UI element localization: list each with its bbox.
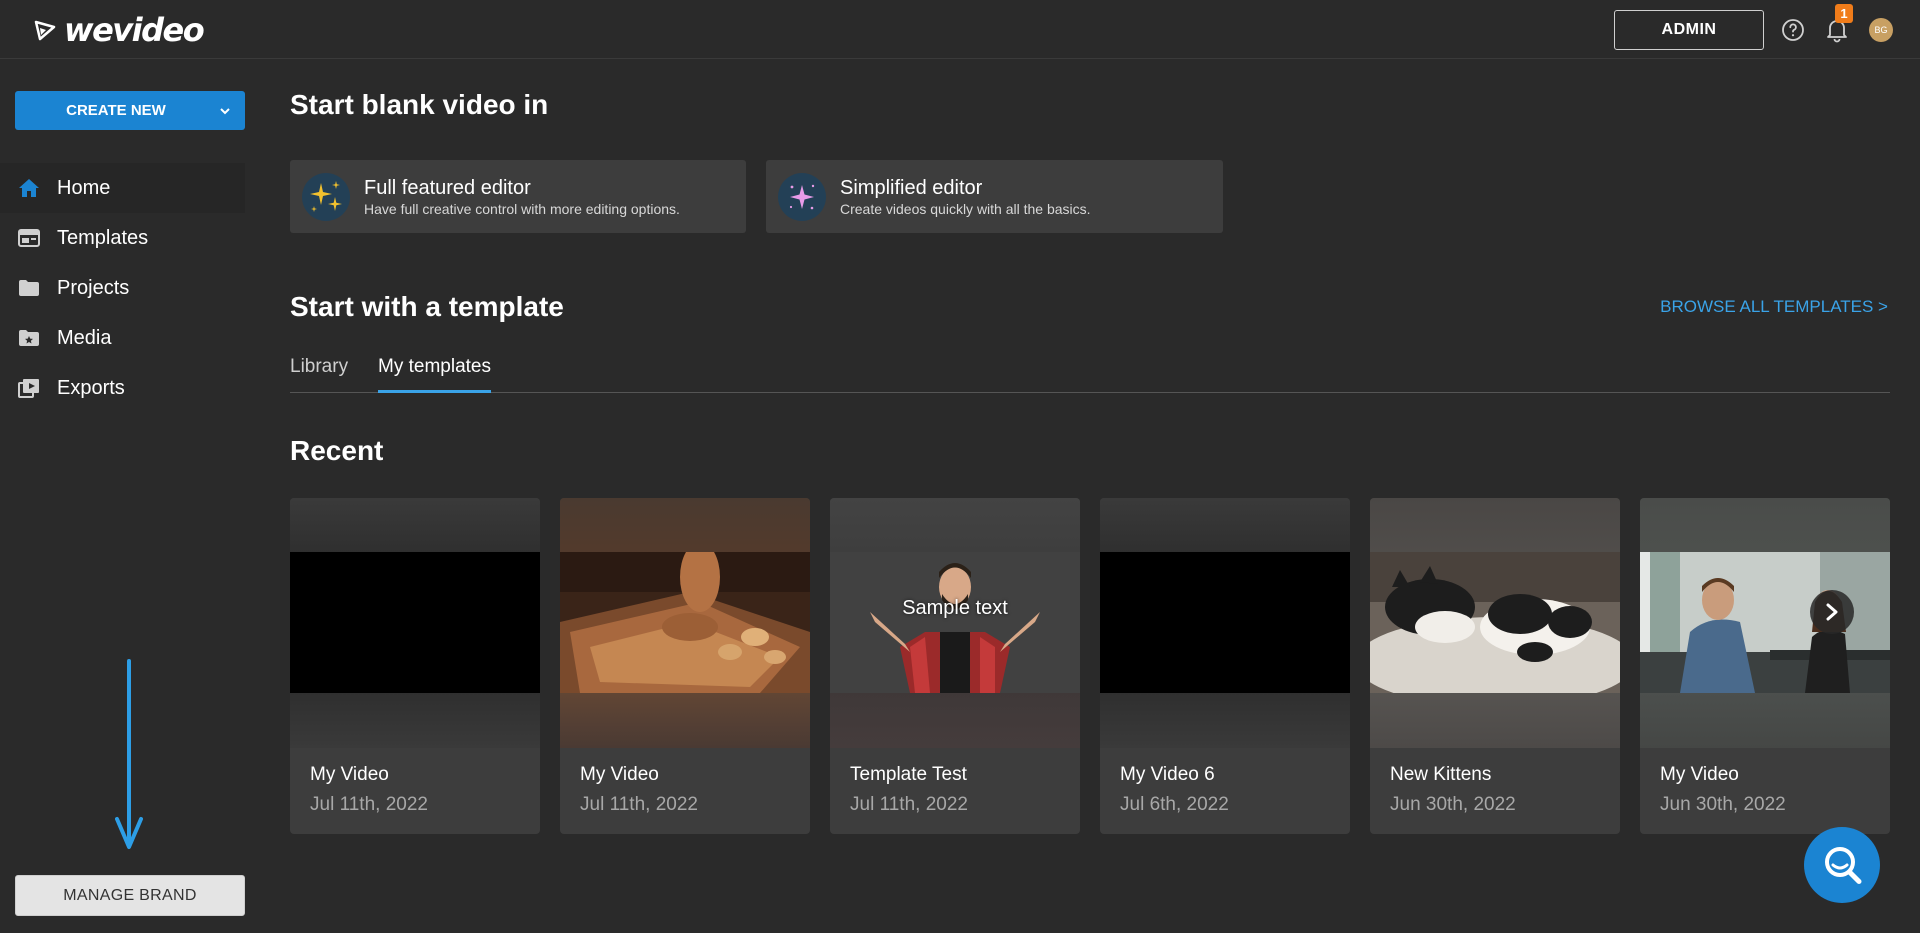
card-date: Jul 11th, 2022: [310, 794, 428, 815]
editor-subtitle: Have full creative control with more edi…: [364, 200, 680, 217]
template-heading: Start with a template: [290, 291, 564, 322]
browse-all-templates-link[interactable]: BROWSE ALL TEMPLATES >: [1528, 297, 1888, 317]
video-thumbnail: [560, 552, 810, 693]
help-icon[interactable]: [1781, 18, 1805, 42]
sidebar-item-label: Media: [57, 326, 112, 349]
recent-card[interactable]: My Video Jul 11th, 2022: [560, 498, 810, 834]
card-title: My Video: [310, 764, 389, 785]
recent-card[interactable]: My Video 6 Jul 6th, 2022: [1100, 498, 1350, 834]
search-icon: [1825, 847, 1862, 884]
card-date: Jul 11th, 2022: [580, 794, 698, 815]
blank-video-heading: Start blank video in: [290, 89, 549, 120]
recent-cards: My Video Jul 11th, 2022 My Video Jul 11t…: [290, 498, 1890, 834]
sidebar-item-label: Projects: [57, 276, 130, 299]
user-avatar[interactable]: BG: [1869, 18, 1893, 42]
sparkle-icon: [778, 172, 826, 221]
sparkles-icon: [302, 172, 350, 221]
recent-card[interactable]: My Video Jun 30th, 2022: [1640, 498, 1890, 834]
home-icon: [17, 176, 41, 200]
sidebar-item-home[interactable]: Home: [0, 163, 245, 213]
notification-badge: 1: [1835, 4, 1853, 23]
folder-icon: [17, 276, 41, 300]
recent-card[interactable]: New Kittens Jun 30th, 2022: [1370, 498, 1620, 834]
sidebar-item-label: Templates: [57, 226, 149, 249]
card-date: Jul 11th, 2022: [850, 794, 968, 815]
card-title: Template Test: [850, 764, 967, 785]
video-thumbnail: [1640, 552, 1890, 693]
manage-brand-button[interactable]: MANAGE BRAND: [15, 875, 245, 916]
chevron-right-icon: [1826, 603, 1838, 621]
card-date: Jun 30th, 2022: [1660, 794, 1786, 815]
media-icon: [17, 326, 41, 350]
editor-title: Simplified editor: [840, 176, 983, 199]
full-featured-editor-card[interactable]: Full featured editor Have full creative …: [290, 160, 746, 233]
create-new-button[interactable]: CREATE NEW: [15, 91, 245, 130]
sidebar-nav: Home Templates Projects Media Exports: [0, 163, 245, 413]
create-new-label: CREATE NEW: [66, 102, 166, 119]
sidebar-item-exports[interactable]: Exports: [0, 363, 245, 413]
template-tabs: Library My templates: [290, 352, 1890, 393]
chevron-down-icon[interactable]: [213, 91, 237, 130]
admin-button[interactable]: ADMIN: [1614, 10, 1764, 50]
sidebar: CREATE NEW Home Templates Projects Media…: [0, 60, 245, 933]
arrow-down-icon: [115, 659, 143, 849]
card-title: My Video 6: [1120, 764, 1215, 785]
search-help-button[interactable]: [1804, 827, 1880, 903]
video-thumbnail: [1100, 552, 1350, 693]
card-title: My Video: [580, 764, 659, 785]
logo-icon: [34, 20, 56, 41]
card-date: Jul 6th, 2022: [1120, 794, 1229, 815]
sidebar-item-media[interactable]: Media: [0, 313, 245, 363]
top-bar: wevideo ADMIN 1 BG: [0, 0, 1920, 59]
recent-card[interactable]: Sample text Template Test Jul 11th, 2022: [830, 498, 1080, 834]
video-thumbnail: Sample text: [830, 552, 1080, 693]
sample-text-overlay: Sample text: [902, 597, 1008, 619]
simplified-editor-card[interactable]: Simplified editor Create videos quickly …: [766, 160, 1223, 233]
sidebar-item-label: Home: [57, 176, 111, 199]
card-date: Jun 30th, 2022: [1390, 794, 1516, 815]
sidebar-item-templates[interactable]: Templates: [0, 213, 245, 263]
editor-subtitle: Create videos quickly with all the basic…: [840, 200, 1091, 217]
exports-icon: [17, 376, 41, 400]
tab-library[interactable]: Library: [290, 352, 348, 393]
video-thumbnail: [290, 552, 540, 693]
editor-title: Full featured editor: [364, 176, 531, 199]
card-title: My Video: [1660, 764, 1739, 785]
sidebar-item-label: Exports: [57, 376, 125, 399]
recent-heading: Recent: [290, 435, 384, 466]
card-title: New Kittens: [1390, 764, 1492, 785]
recent-card[interactable]: My Video Jul 11th, 2022: [290, 498, 540, 834]
logo-text: wevideo: [64, 11, 205, 49]
wevideo-logo[interactable]: wevideo: [34, 11, 205, 49]
tab-my-templates[interactable]: My templates: [378, 352, 491, 393]
sidebar-item-projects[interactable]: Projects: [0, 263, 245, 313]
templates-icon: [17, 226, 41, 250]
carousel-next-button[interactable]: [1810, 590, 1854, 634]
video-thumbnail: [1370, 552, 1620, 693]
